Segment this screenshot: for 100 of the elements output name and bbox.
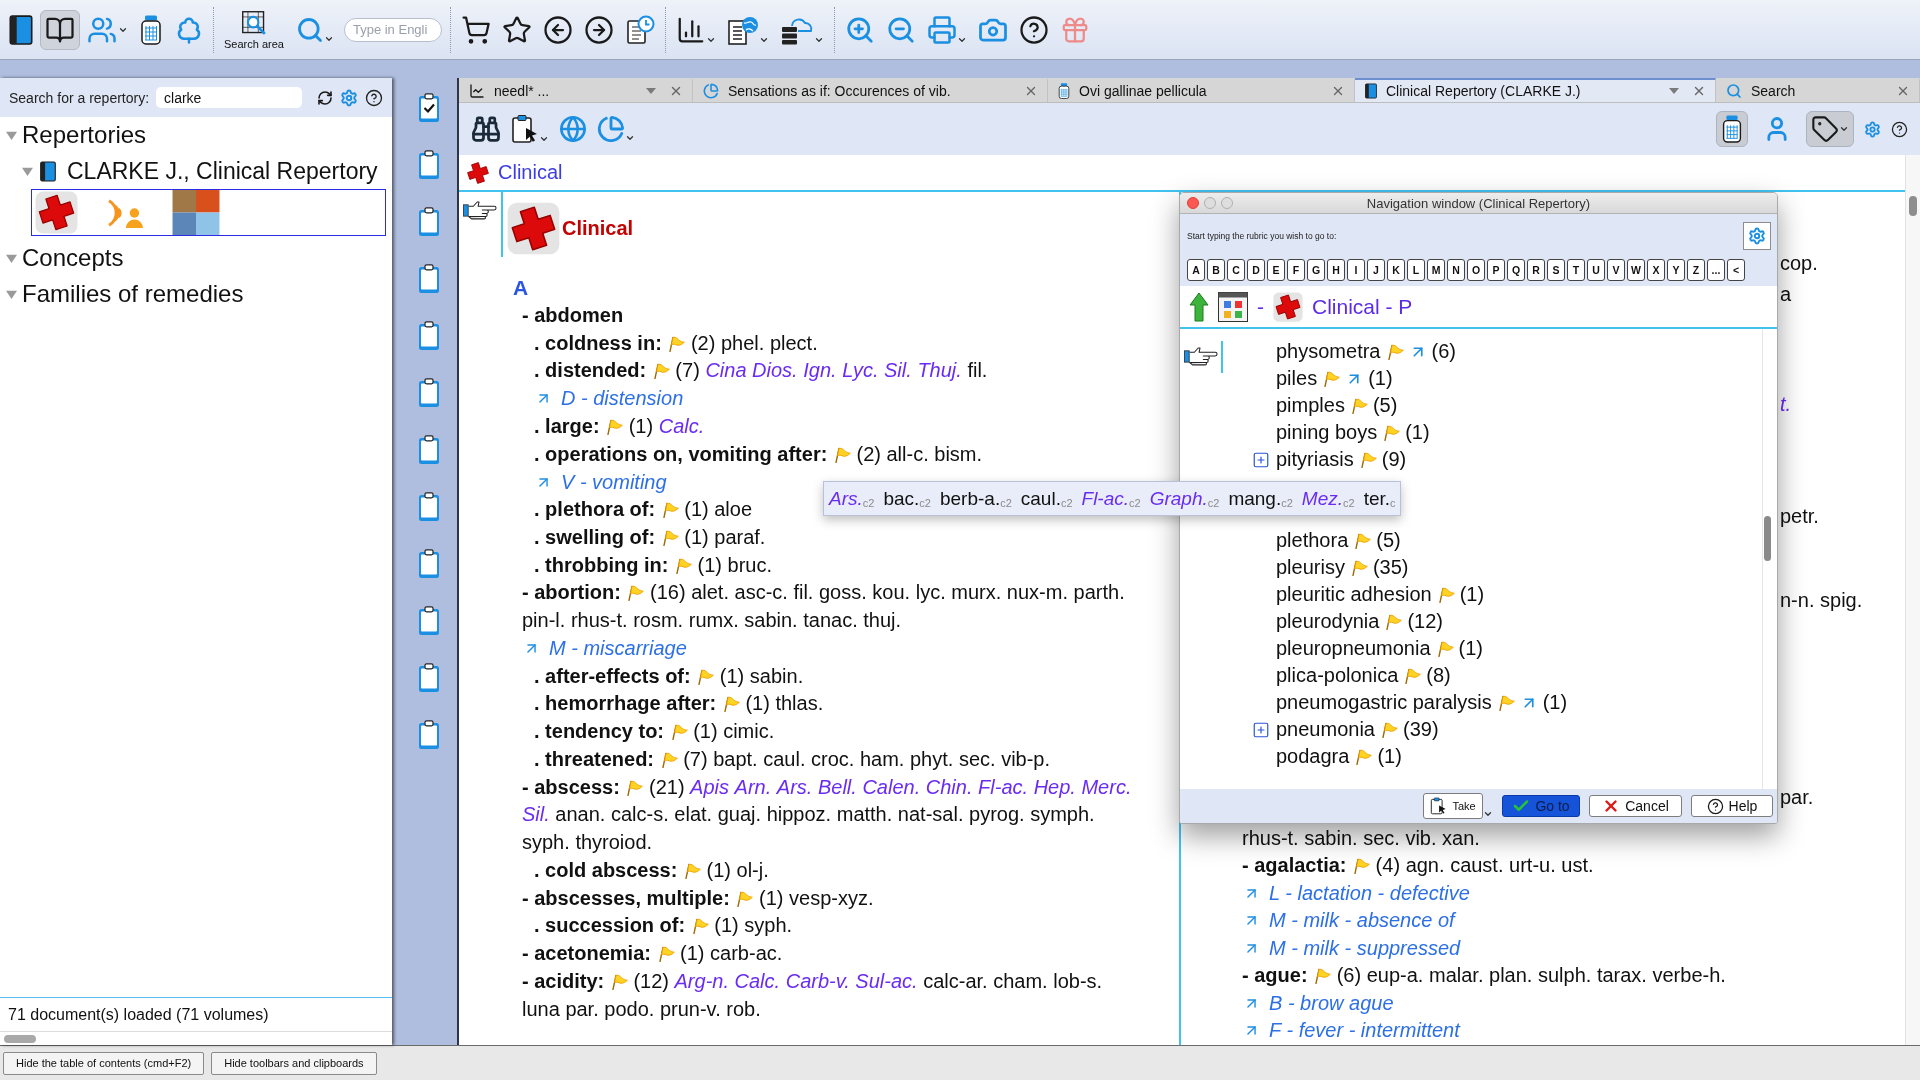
letter-button[interactable]: V — [1607, 259, 1625, 281]
cross-reference-link[interactable]: D - distension — [561, 387, 684, 411]
clipboard-icon[interactable] — [417, 321, 440, 351]
flag-icon[interactable] — [721, 696, 740, 713]
remedy-link[interactable]: syph. — [744, 914, 793, 937]
flag-icon[interactable] — [1349, 397, 1368, 414]
remedy-link[interactable]: calc-ar. — [923, 969, 988, 992]
flag-icon[interactable] — [1354, 748, 1373, 765]
rubric-label[interactable]: - acetonemia: — [522, 942, 651, 964]
letter-button[interactable]: G — [1307, 259, 1325, 281]
remedy-link[interactable]: Carb-v. — [785, 969, 850, 992]
rubric-item[interactable]: podagra — [1276, 745, 1350, 768]
rubric-label[interactable]: - abortion: — [522, 581, 621, 604]
rubric-label[interactable]: - agalactia: — [1242, 854, 1347, 876]
remedy-link[interactable]: vesp-xyz. — [789, 886, 874, 909]
letter-button[interactable]: P — [1487, 259, 1505, 281]
cross-reference-link[interactable]: L - lactation - defective — [1269, 881, 1470, 905]
remedy-link[interactable]: Dios. — [752, 359, 798, 382]
flag-icon[interactable] — [1385, 343, 1404, 360]
remedy-link[interactable]: Hep. — [1033, 775, 1076, 798]
remedy-link[interactable]: ol-j. — [736, 858, 769, 881]
remedy-link[interactable]: Calen. — [862, 775, 921, 798]
remedy-text[interactable]: t. — [1780, 393, 1792, 415]
medical-cross-icon[interactable] — [35, 191, 78, 234]
expand-triangle-icon[interactable] — [6, 288, 17, 300]
remedy-link[interactable]: lob-s. — [1053, 969, 1103, 992]
remedy-link[interactable]: croc. — [811, 747, 855, 770]
close-icon[interactable] — [1692, 84, 1706, 98]
letter-button[interactable]: I — [1347, 259, 1365, 281]
remedy-link[interactable]: thuj. — [863, 609, 902, 631]
rubric-label[interactable]: . tendency to: — [534, 720, 664, 742]
remedy-link[interactable]: Sil. — [884, 359, 912, 382]
flag-icon[interactable] — [1403, 667, 1422, 684]
remedy-link[interactable]: podo. — [604, 997, 655, 1020]
tag-button[interactable] — [1806, 111, 1854, 147]
flag-icon[interactable] — [1358, 451, 1377, 468]
remedy-link[interactable]: phyt. — [909, 747, 954, 770]
close-icon[interactable] — [1896, 84, 1910, 98]
search-field[interactable]: Type in Engli — [343, 17, 442, 42]
remedy-link[interactable]: rumx. — [688, 609, 739, 631]
back-icon[interactable] — [542, 14, 573, 45]
letter-button[interactable]: H — [1327, 259, 1345, 281]
rubric-label[interactable]: . succession of: — [534, 914, 686, 937]
remedy-link[interactable]: carb-ac. — [710, 942, 783, 964]
remedy-link[interactable]: tarax. — [1596, 964, 1647, 986]
flag-icon[interactable] — [605, 418, 624, 435]
rubric-item[interactable]: pneumogastric paralysis — [1276, 691, 1492, 714]
remedy-link[interactable]: cham. — [993, 969, 1048, 992]
expand-triangle-icon[interactable] — [6, 252, 17, 264]
clipboard-icon[interactable] — [417, 378, 440, 408]
close-icon[interactable] — [1024, 84, 1038, 98]
remedy-link[interactable]: Arg-n. — [674, 969, 729, 992]
remedy-link[interactable]: kou. — [872, 581, 911, 604]
help-icon[interactable] — [1018, 14, 1049, 45]
remedy-link[interactable]: Sil. — [522, 803, 550, 826]
remedy-link[interactable]: bruc. — [727, 553, 772, 576]
letter-button[interactable]: S — [1547, 259, 1565, 281]
flag-icon[interactable] — [1382, 424, 1401, 441]
remedy-link[interactable]: asc-c. — [734, 581, 788, 604]
open-book-button[interactable] — [40, 9, 80, 50]
remedy-link[interactable]: rhus-t. — [570, 609, 628, 631]
expand-triangle-icon[interactable] — [6, 129, 17, 141]
letter-button[interactable]: X — [1647, 259, 1665, 281]
remedy-link[interactable]: phel. — [720, 331, 765, 354]
tab[interactable]: Clinical Repertory (CLARKE J.) — [1355, 78, 1716, 102]
remedy-link[interactable]: sabin. — [744, 609, 798, 631]
rubric-label[interactable]: - acidity: — [522, 969, 605, 992]
letter-button[interactable]: O — [1467, 259, 1485, 281]
path-link[interactable]: Clinical - P — [1312, 294, 1413, 319]
remedy-link[interactable]: pin-l. — [522, 609, 566, 631]
remedy-link[interactable]: bism. — [934, 442, 983, 465]
remedy-text[interactable]: rhus-t. sabin. sec. vib. xan. — [1242, 827, 1480, 849]
flag-icon[interactable] — [669, 724, 688, 740]
remedy-link[interactable]: thlas. — [775, 692, 824, 715]
letter-button[interactable]: Y — [1667, 259, 1685, 281]
letter-button[interactable]: L — [1407, 259, 1425, 281]
remedy-link[interactable]: guaj. — [717, 803, 762, 826]
photo-placeholder[interactable] — [172, 190, 220, 235]
letter-button[interactable]: W — [1627, 259, 1645, 281]
remedy-text[interactable]: n-n. spig. — [1780, 589, 1863, 611]
document-globe-icon[interactable] — [726, 14, 759, 45]
rubric-label[interactable]: - ague: — [1242, 964, 1308, 986]
remedy-link[interactable]: calc-s. — [611, 803, 669, 826]
clipboard-icon[interactable] — [417, 435, 440, 465]
letter-button[interactable]: K — [1387, 259, 1405, 281]
cross-reference-link[interactable]: V - vomiting — [561, 470, 667, 494]
letter-button[interactable]: Z — [1687, 259, 1705, 281]
remedy-link[interactable]: Ars. — [776, 775, 813, 798]
remedy-link[interactable]: Chin. — [925, 775, 973, 798]
letter-button[interactable]: C — [1227, 259, 1245, 281]
caret-icon[interactable] — [1839, 124, 1849, 134]
footer-button[interactable]: Hide toolbars and clipboards — [211, 1051, 377, 1075]
remedy-link[interactable]: nat-sal. — [897, 803, 964, 826]
cross-reference-link[interactable]: B - brow ague — [1269, 991, 1394, 1015]
remedy-link[interactable]: plan. — [1489, 964, 1533, 986]
dialog-button[interactable]: Take — [1423, 793, 1483, 819]
rubric-label[interactable]: . plethora of: — [534, 498, 656, 520]
help-icon[interactable] — [365, 88, 384, 107]
remedy-link[interactable]: thyroiod. — [575, 831, 653, 853]
flag-icon[interactable] — [673, 557, 692, 574]
